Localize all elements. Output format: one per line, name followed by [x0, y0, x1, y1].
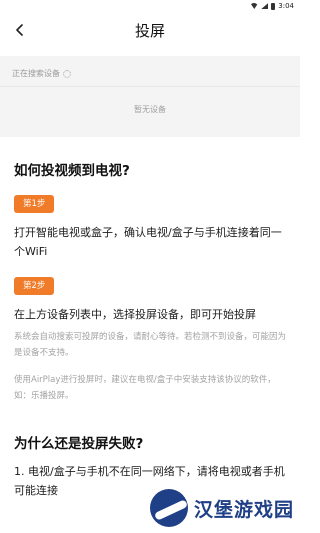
searching-label: 正在搜索设备	[12, 69, 60, 78]
battery-icon	[271, 2, 276, 10]
watermark-text: 汉堡游戏园	[193, 498, 294, 521]
step-text: 在上方设备列表中，选择投屏设备，即可开始投屏	[14, 308, 256, 321]
step-badge: 第1步	[14, 195, 55, 213]
wifi-icon	[250, 3, 259, 9]
help-title: 如何投视频到电视?	[14, 163, 130, 179]
device-search-panel: 正在搜索设备 暂无设备	[0, 56, 300, 142]
step-text: 打开智能电视或盒子，确认电视/盒子与手机连接着同一个WiFi	[14, 226, 282, 258]
page-title: 投屏	[134, 21, 165, 40]
status-bar: 3:04	[0, 0, 300, 12]
help-note: 使用AirPlay进行投屏时，建议在电视/盒子中安装支持该协议的软件，如：乐播投…	[14, 375, 276, 401]
help-note: 系统会自动搜索可投屏的设备，请耐心等待。若检测不到设备，可能因为是设备不支持。	[14, 332, 287, 358]
status-time: 3:04	[278, 2, 294, 10]
empty-device-list: 暂无设备	[134, 105, 166, 114]
back-arrow-icon	[16, 24, 23, 36]
step-badge: 第2步	[14, 277, 55, 295]
searching-status: 正在搜索设备	[12, 68, 71, 79]
watermark: 汉堡游戏园	[149, 489, 294, 527]
back-button[interactable]	[10, 20, 30, 40]
loading-spinner-icon	[63, 69, 71, 78]
signal-icon	[261, 3, 269, 9]
help-panel: 如何投视频到电视? 第1步 打开智能电视或盒子，确认电视/盒子与手机连接着同一个…	[0, 137, 300, 533]
divider	[0, 86, 300, 87]
fail-title: 为什么还是投屏失败?	[14, 436, 144, 452]
nav-bar: 投屏	[0, 12, 300, 48]
watermark-logo-icon	[149, 489, 188, 527]
